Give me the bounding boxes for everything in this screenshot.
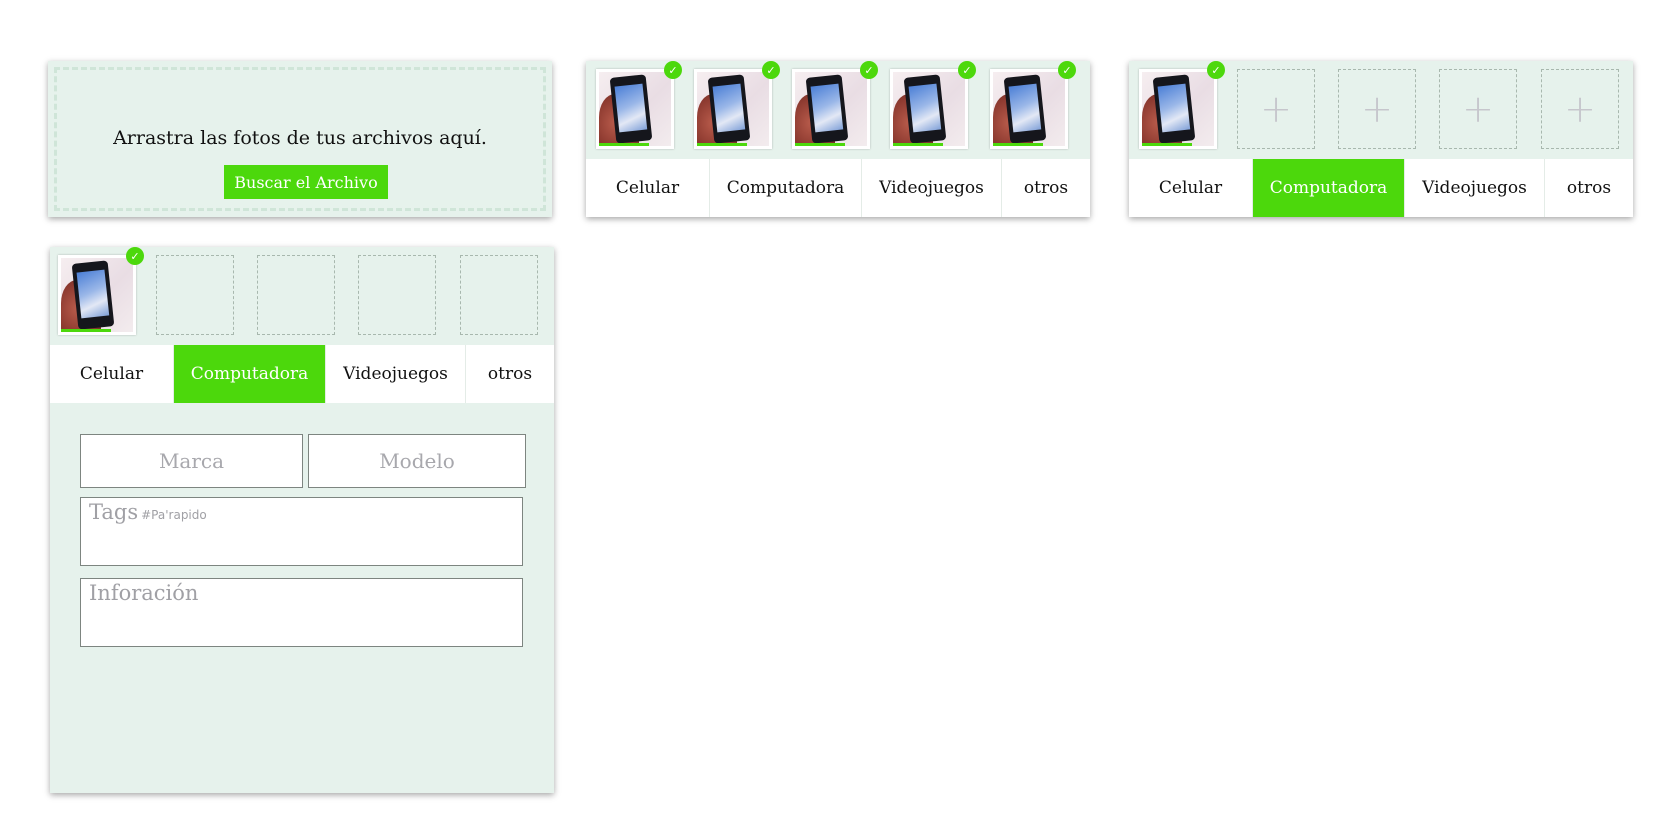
tab-otros[interactable]: otros [1002, 159, 1090, 217]
tab-celular[interactable]: Celular [50, 345, 174, 403]
category-tabs: Celular Computadora Videojuegos otros [50, 345, 554, 403]
upload-dropzone[interactable]: Arrastra las fotos de tus archivos aquí.… [48, 61, 552, 217]
add-photo-slot[interactable]: + [1439, 69, 1517, 149]
check-icon: ✓ [762, 61, 780, 79]
thumbnail-strip: ✓ + + + + [1129, 61, 1633, 159]
empty-photo-slot[interactable] [156, 255, 234, 335]
tab-videojuegos[interactable]: Videojuegos [326, 345, 466, 403]
empty-photo-slot[interactable] [257, 255, 335, 335]
phone-photo [61, 258, 133, 332]
tab-computadora[interactable]: Computadora [710, 159, 862, 217]
brand-input[interactable]: Marca [80, 434, 303, 488]
photo-thumbnail[interactable]: ✓ [990, 61, 1076, 149]
tags-hint: #Pa'rapido [141, 508, 207, 522]
photo-thumbnail[interactable]: ✓ [1139, 61, 1225, 149]
category-tabs: Celular Computadora Videojuegos otros [1129, 159, 1633, 217]
photo-thumbnail[interactable]: ✓ [58, 247, 144, 335]
add-photo-slot[interactable]: + [1237, 69, 1315, 149]
check-icon: ✓ [126, 247, 144, 265]
product-form-panel: ✓ Celular Computadora Videojuegos otros … [50, 247, 554, 793]
model-placeholder: Modelo [379, 449, 455, 473]
check-icon: ✓ [958, 61, 976, 79]
tab-videojuegos[interactable]: Videojuegos [1405, 159, 1545, 217]
empty-photo-slot[interactable] [358, 255, 436, 335]
tab-videojuegos[interactable]: Videojuegos [862, 159, 1002, 217]
phone-photo [697, 72, 769, 146]
check-icon: ✓ [664, 61, 682, 79]
check-icon: ✓ [1058, 61, 1076, 79]
tab-computadora[interactable]: Computadora [174, 345, 326, 403]
photo-thumbnail[interactable]: ✓ [694, 61, 780, 149]
single-photo-panel: ✓ + + + + Celular Computadora Videojuego… [1129, 61, 1633, 217]
phone-photo [795, 72, 867, 146]
tab-celular[interactable]: Celular [586, 159, 710, 217]
brand-placeholder: Marca [158, 449, 225, 473]
thumbnail-strip: ✓ [50, 247, 554, 345]
add-photo-slot[interactable]: + [1338, 69, 1416, 149]
add-photo-slot[interactable]: + [1541, 69, 1619, 149]
empty-photo-slot[interactable] [460, 255, 538, 335]
tags-label: Tags #Pa'rapido [89, 500, 207, 524]
check-icon: ✓ [1207, 61, 1225, 79]
info-label: Inforación [89, 581, 199, 605]
phone-photo [893, 72, 965, 146]
tags-textarea[interactable]: Tags #Pa'rapido [80, 497, 523, 566]
check-icon: ✓ [860, 61, 878, 79]
tab-computadora[interactable]: Computadora [1253, 159, 1405, 217]
thumbnail-strip: ✓ ✓ ✓ ✓ ✓ [586, 61, 1090, 159]
dropzone-instruction: Arrastra las fotos de tus archivos aquí. [113, 127, 487, 149]
browse-file-button[interactable]: Buscar el Archivo [224, 165, 388, 199]
photo-thumbnail[interactable]: ✓ [890, 61, 976, 149]
tab-otros[interactable]: otros [1545, 159, 1633, 217]
phone-photo [993, 72, 1065, 146]
photo-thumbnail[interactable]: ✓ [596, 61, 682, 149]
phone-photo [599, 72, 671, 146]
info-textarea[interactable]: Inforación [80, 578, 523, 647]
tab-otros[interactable]: otros [466, 345, 554, 403]
uploaded-photos-panel: ✓ ✓ ✓ ✓ ✓ Celular Computadora Videojuego… [586, 61, 1090, 217]
photo-thumbnail[interactable]: ✓ [792, 61, 878, 149]
model-input[interactable]: Modelo [308, 434, 526, 488]
phone-photo [1142, 72, 1214, 146]
category-tabs: Celular Computadora Videojuegos otros [586, 159, 1090, 217]
tab-celular[interactable]: Celular [1129, 159, 1253, 217]
